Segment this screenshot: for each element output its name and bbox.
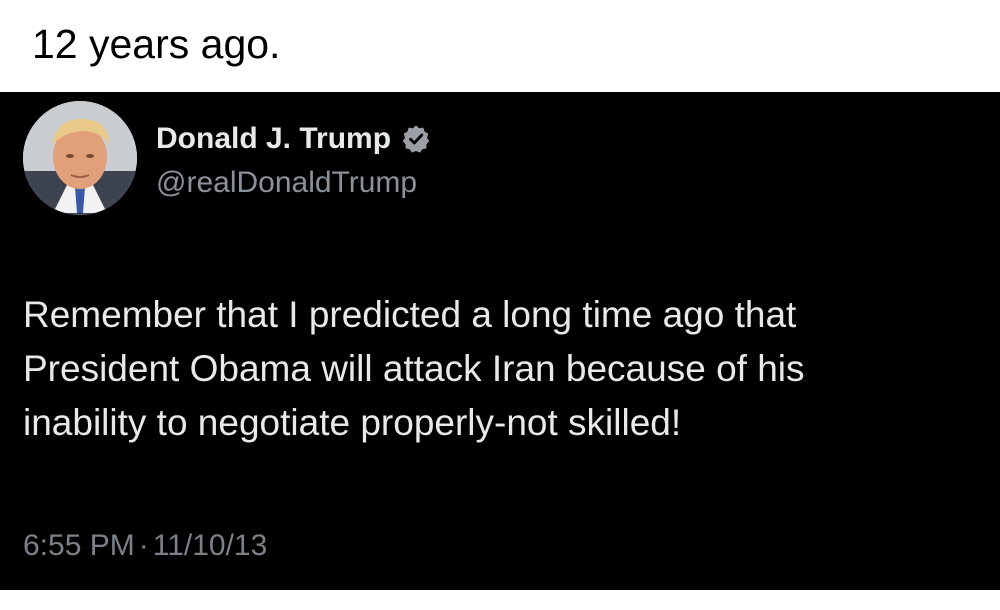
meme-page: 12 years ago. Donald J. Trump @realDonal… bbox=[0, 0, 1000, 610]
profile-photo-icon bbox=[23, 101, 137, 215]
verified-badge-icon bbox=[401, 124, 431, 154]
tweet-body-line: inability to negotiate properly-not skil… bbox=[23, 402, 682, 443]
caption-text: 12 years ago. bbox=[32, 21, 281, 67]
timestamp-separator: · bbox=[138, 529, 149, 562]
tweet-timestamp[interactable]: 6:55 PM · 11/10/13 bbox=[23, 529, 267, 563]
author-display-name[interactable]: Donald J. Trump bbox=[156, 122, 391, 156]
tweet-card[interactable]: Donald J. Trump @realDonaldTrump Remembe… bbox=[0, 92, 1000, 590]
author-handle[interactable]: @realDonaldTrump bbox=[156, 166, 417, 200]
tweet-body-line: Remember that I predicted a long time ag… bbox=[23, 294, 797, 335]
tweet-date: 11/10/13 bbox=[152, 529, 268, 562]
avatar[interactable] bbox=[23, 101, 137, 215]
author-name-row: Donald J. Trump bbox=[156, 120, 431, 158]
tweet-time: 6:55 PM bbox=[23, 529, 135, 562]
tweet-body-line: President Obama will attack Iran because… bbox=[23, 348, 805, 389]
tweet-body: Remember that I predicted a long time ag… bbox=[23, 288, 978, 450]
